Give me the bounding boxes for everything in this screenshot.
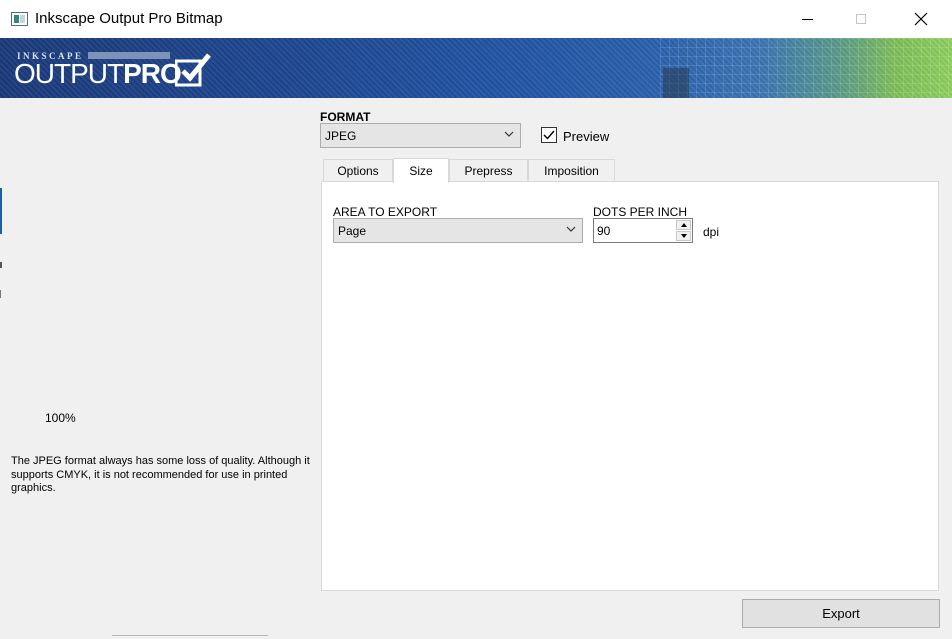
chevron-down-icon <box>566 226 576 232</box>
format-select[interactable]: JPEG <box>320 123 521 148</box>
dpi-value[interactable]: 90 <box>597 224 610 238</box>
maximize-button[interactable] <box>838 0 884 38</box>
dpi-spinbox[interactable]: 90 <box>593 218 693 243</box>
tab-options[interactable]: Options <box>323 159 393 182</box>
arrow-up-icon <box>680 223 687 227</box>
dpi-decrement-button[interactable] <box>676 231 691 241</box>
area-select-value: Page <box>338 224 367 238</box>
tab-prepress[interactable]: Prepress <box>449 159 528 182</box>
area-to-export-select[interactable]: Page <box>333 218 583 243</box>
header-banner: INKSCAPE OUTPUTPRO <box>0 38 952 98</box>
format-select-value: JPEG <box>325 129 357 143</box>
tab-imposition[interactable]: Imposition <box>528 159 615 182</box>
format-description: The JPEG format always has some loss of … <box>11 455 310 494</box>
minimize-icon <box>801 18 813 20</box>
preview-scrollbar[interactable] <box>112 635 268 639</box>
zoom-level: 100% <box>45 411 76 425</box>
tab-size[interactable]: Size <box>393 158 449 183</box>
dpi-increment-button[interactable] <box>676 220 691 230</box>
preview-edge <box>0 188 2 234</box>
window-title: Inkscape Output Pro Bitmap <box>35 10 223 27</box>
arrow-down-icon <box>680 234 687 238</box>
app-window: Inkscape Output Pro Bitmap INKSCAPE OUTP… <box>0 0 952 639</box>
checkmark-icon <box>543 130 555 140</box>
dpi-unit: dpi <box>703 225 720 239</box>
export-button[interactable]: Export <box>742 599 940 628</box>
close-button[interactable] <box>898 0 944 38</box>
dpi-label: DOTS PER INCH <box>593 205 688 219</box>
area-to-export-label: AREA TO EXPORT <box>333 205 438 219</box>
preview-label[interactable]: Preview <box>563 129 609 144</box>
logo-output-text: OUTPUT <box>14 58 124 89</box>
logo-pro-text: PRO <box>123 58 182 89</box>
format-label: FORMAT <box>320 110 371 124</box>
chevron-down-icon <box>504 131 514 137</box>
preview-checkbox[interactable] <box>541 127 557 143</box>
logo-check-icon <box>175 53 211 87</box>
app-icon <box>11 12 28 26</box>
logo: OUTPUTPRO <box>14 58 182 89</box>
title-bar: Inkscape Output Pro Bitmap <box>0 0 952 38</box>
maximize-icon <box>856 14 866 24</box>
minimize-button[interactable] <box>784 0 830 38</box>
close-icon <box>914 12 928 26</box>
